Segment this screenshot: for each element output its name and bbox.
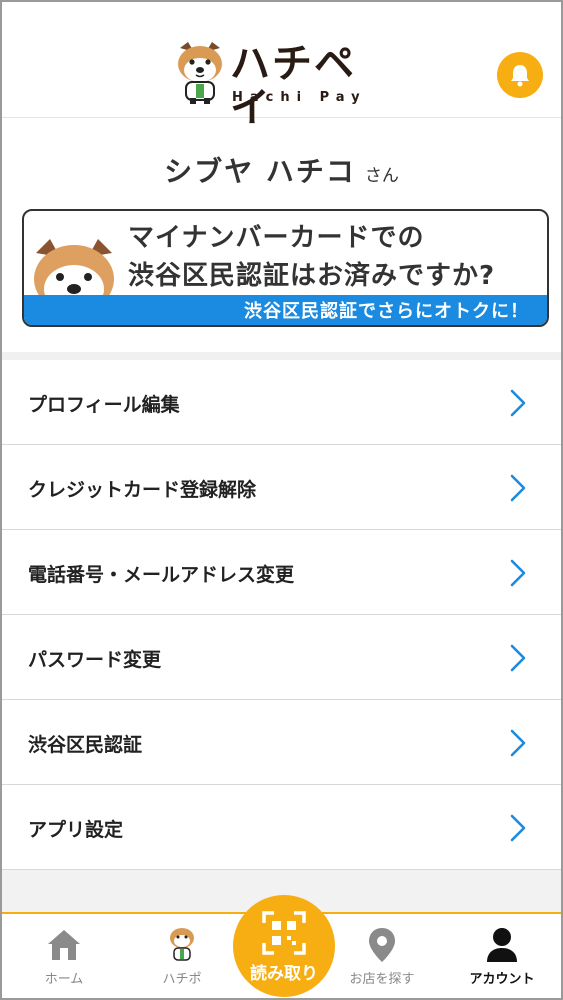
home-icon [48, 930, 80, 960]
app-header: ハチペイ Hachi Pay [2, 2, 561, 130]
banner-title-line2: 渋谷区民認証はお済みですか? [128, 261, 496, 291]
logo-text: ハチペイ [230, 41, 356, 131]
account-menu: プロフィール編集 クレジットカード登録解除 電話番号・メールアドレス変更 パスワ… [2, 360, 561, 870]
menu-item-password[interactable]: パスワード変更 [2, 615, 561, 700]
menu-item-resident-auth[interactable]: 渋谷区民認証 [2, 700, 561, 785]
menu-item-label: アプリ設定 [28, 819, 124, 841]
logo-subtext: Hachi Pay [232, 90, 367, 105]
user-greeting: シブヤ ハチコ さん [2, 150, 561, 190]
menu-item-profile-edit[interactable]: プロフィール編集 [2, 360, 561, 445]
notification-button[interactable] [497, 52, 543, 98]
chevron-right-icon [510, 474, 526, 502]
honorific-suffix: さん [364, 166, 399, 186]
menu-item-label: プロフィール編集 [28, 394, 180, 416]
chevron-right-icon [510, 559, 526, 587]
menu-item-app-settings[interactable]: アプリ設定 [2, 785, 561, 870]
tab-home-label: ホーム [44, 972, 84, 987]
chevron-right-icon [510, 814, 526, 842]
tab-account[interactable]: アカウント [446, 914, 558, 998]
qr-scan-icon [262, 911, 306, 955]
banner-title: マイナンバーカードでの 渋谷区民認証はお済みですか? [128, 219, 495, 295]
person-icon [487, 928, 517, 962]
hachipay-logo: ハチペイ Hachi Pay [174, 40, 389, 130]
tab-hachipo[interactable]: ハチポ [126, 914, 238, 998]
chevron-right-icon [510, 729, 526, 757]
menu-item-label: 渋谷区民認証 [28, 734, 143, 756]
banner-title-line1: マイナンバーカードでの [128, 223, 425, 253]
menu-item-label: クレジットカード登録解除 [28, 479, 257, 501]
app-screen: ハチペイ Hachi Pay シブヤ ハチコ さん マイナンバーカードでの 渋谷… [0, 0, 563, 1000]
tab-hachipo-label: ハチポ [162, 972, 202, 987]
bell-icon [511, 65, 529, 87]
menu-item-phone-email[interactable]: 電話番号・メールアドレス変更 [2, 530, 561, 615]
tab-store-search-label: お店を探す [349, 972, 415, 987]
user-name: シブヤ ハチコ [164, 155, 356, 188]
menu-item-credit-card[interactable]: クレジットカード登録解除 [2, 445, 561, 530]
menu-item-label: 電話番号・メールアドレス変更 [28, 564, 295, 586]
resident-auth-banner[interactable]: マイナンバーカードでの 渋谷区民認証はお済みですか? 渋谷区民認証でさらにオトク… [22, 209, 549, 327]
menu-item-label: パスワード変更 [28, 649, 162, 671]
banner-strip-text: 渋谷区民認証でさらにオトクに！ [244, 301, 529, 322]
scan-qr-button[interactable]: 読み取り [233, 895, 335, 997]
map-pin-icon [369, 928, 395, 962]
chevron-right-icon [510, 644, 526, 672]
scan-label: 読み取り [250, 964, 318, 984]
dog-mascot-icon [178, 42, 222, 104]
chevron-right-icon [510, 389, 526, 417]
tab-account-label: アカウント [469, 972, 535, 987]
hachipo-dog-icon [170, 928, 194, 961]
tab-store-search[interactable]: お店を探す [326, 914, 438, 998]
banner-strip: 渋谷区民認証でさらにオトクに！ [24, 295, 547, 325]
section-divider [2, 352, 561, 360]
tab-home[interactable]: ホーム [8, 914, 120, 998]
